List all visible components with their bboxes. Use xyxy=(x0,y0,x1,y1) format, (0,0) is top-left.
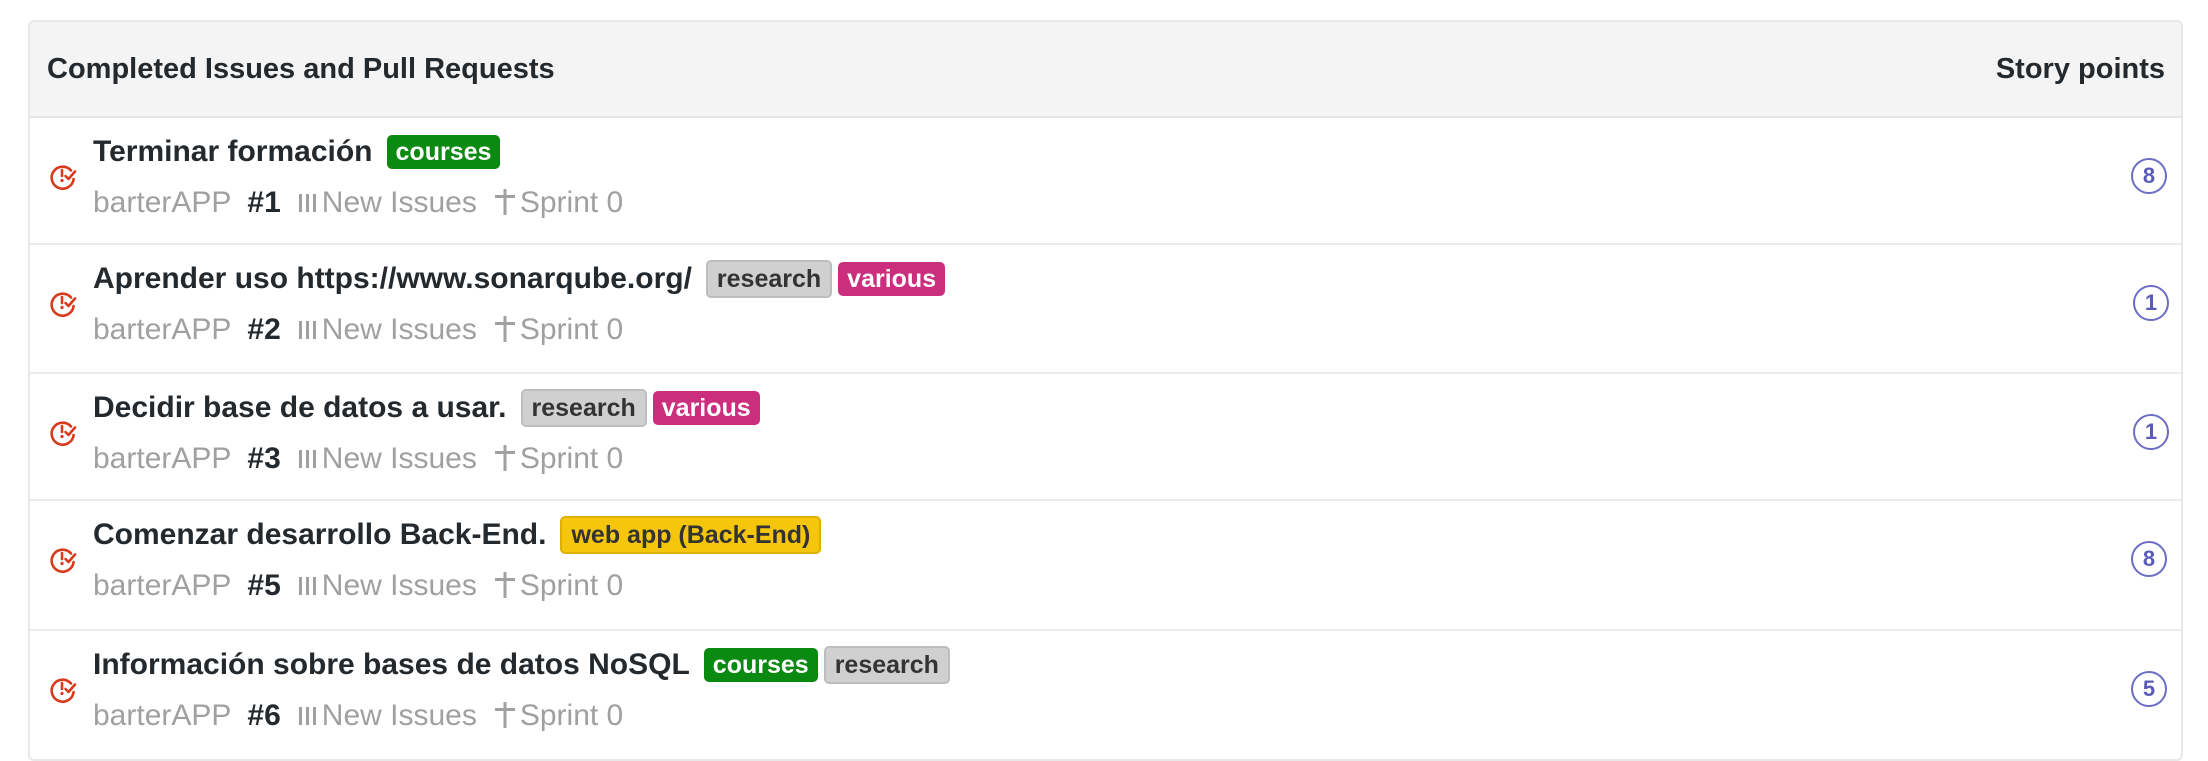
issue-title[interactable]: Información sobre bases de datos NoSQL xyxy=(93,648,690,682)
milestone-icon xyxy=(494,702,515,728)
issue-title-line: Comenzar desarrollo Back-End. web app (Ba… xyxy=(93,515,827,555)
label-various[interactable]: various xyxy=(652,391,760,425)
label-courses[interactable]: courses xyxy=(703,648,818,682)
milestone-icon xyxy=(494,572,515,598)
issue-title[interactable]: Terminar formación xyxy=(93,135,373,169)
milestone-icon xyxy=(494,316,515,342)
pipeline-icon xyxy=(298,194,316,212)
issue-number[interactable]: #1 xyxy=(247,186,280,220)
issue-title[interactable]: Comenzar desarrollo Back-End. xyxy=(93,518,546,552)
pipeline-name: New Issues xyxy=(321,186,477,219)
milestone-icon xyxy=(494,189,515,215)
repo-name[interactable]: barterAPP xyxy=(93,442,231,476)
story-points-badge: 8 xyxy=(2131,158,2167,194)
milestone-name[interactable]: Sprint 0 xyxy=(520,569,623,603)
label-various[interactable]: various xyxy=(838,262,946,296)
label-research[interactable]: research xyxy=(520,389,647,427)
issue-number[interactable]: #5 xyxy=(247,569,280,603)
issue-title-line: Aprender uso https://www.sonarqube.org/r… xyxy=(93,259,951,299)
issue-meta-line: barterAPP #2 New Issues Sprint 0 xyxy=(93,313,623,347)
issue-title-line: Terminar formación courses xyxy=(93,132,506,172)
issue-row[interactable]: Terminar formación courses barterAPP #1 New … xyxy=(30,118,2181,245)
repo-name[interactable]: barterAPP xyxy=(93,186,231,220)
story-points-badge: 5 xyxy=(2131,671,2167,707)
story-points-badge: 1 xyxy=(2133,414,2169,450)
panel-header: Completed Issues and Pull Requests Story… xyxy=(30,22,2181,118)
issue-title[interactable]: Decidir base de datos a usar. xyxy=(93,391,507,425)
milestone-name[interactable]: Sprint 0 xyxy=(520,442,623,476)
issue-row[interactable]: Aprender uso https://www.sonarqube.org/r… xyxy=(30,245,2181,374)
story-points-heading: Story points xyxy=(1995,52,2165,85)
pipeline-icon xyxy=(298,577,316,595)
issue-row[interactable]: Comenzar desarrollo Back-End. web app (Ba… xyxy=(30,501,2181,631)
panel-title: Completed Issues and Pull Requests xyxy=(47,52,555,85)
closed-issue-icon xyxy=(50,292,77,317)
milestone-icon xyxy=(494,445,515,471)
milestone-name[interactable]: Sprint 0 xyxy=(520,186,623,220)
repo-name[interactable]: barterAPP xyxy=(93,313,231,347)
pipeline-name: New Issues xyxy=(321,569,477,602)
milestone-name[interactable]: Sprint 0 xyxy=(520,699,623,733)
story-points-badge: 1 xyxy=(2133,285,2169,321)
label-research[interactable]: research xyxy=(705,260,833,298)
label-web-app-back-end[interactable]: web app (Back-End) xyxy=(560,516,822,554)
pipeline-icon xyxy=(298,321,316,339)
issue-meta-line: barterAPP #5 New Issues Sprint 0 xyxy=(93,569,623,603)
repo-name[interactable]: barterAPP xyxy=(93,569,231,603)
pipeline-icon xyxy=(298,707,316,725)
issue-meta-line: barterAPP #3 New Issues Sprint 0 xyxy=(93,442,623,476)
label-courses[interactable]: courses xyxy=(386,135,501,169)
closed-issue-icon xyxy=(50,548,77,573)
issue-title[interactable]: Aprender uso https://www.sonarqube.org/ xyxy=(93,262,692,296)
milestone-name[interactable]: Sprint 0 xyxy=(520,313,623,347)
closed-issue-icon xyxy=(50,421,77,446)
issue-number[interactable]: #6 xyxy=(247,699,280,733)
closed-issue-icon xyxy=(50,678,77,703)
closed-issue-icon xyxy=(50,165,77,190)
issue-meta-line: barterAPP #6 New Issues Sprint 0 xyxy=(93,699,623,733)
issue-meta-line: barterAPP #1 New Issues Sprint 0 xyxy=(93,186,623,220)
issue-number[interactable]: #3 xyxy=(247,442,280,476)
issue-title-line: Información sobre bases de datos NoSQL co… xyxy=(93,645,956,685)
label-research[interactable]: research xyxy=(823,646,950,684)
story-points-badge: 8 xyxy=(2131,541,2167,577)
completed-issues-panel: Completed Issues and Pull Requests Story… xyxy=(28,20,2183,761)
issue-number[interactable]: #2 xyxy=(247,313,280,347)
pipeline-name: New Issues xyxy=(321,699,477,732)
pipeline-icon xyxy=(298,450,316,468)
issue-row[interactable]: Información sobre bases de datos NoSQL co… xyxy=(30,631,2181,759)
pipeline-name: New Issues xyxy=(321,442,477,475)
pipeline-name: New Issues xyxy=(321,313,477,346)
issue-list: Terminar formación courses barterAPP #1 New … xyxy=(30,118,2181,759)
issue-row[interactable]: Decidir base de datos a usar. research var… xyxy=(30,374,2181,501)
issue-title-line: Decidir base de datos a usar. research var… xyxy=(93,388,766,428)
repo-name[interactable]: barterAPP xyxy=(93,699,231,733)
